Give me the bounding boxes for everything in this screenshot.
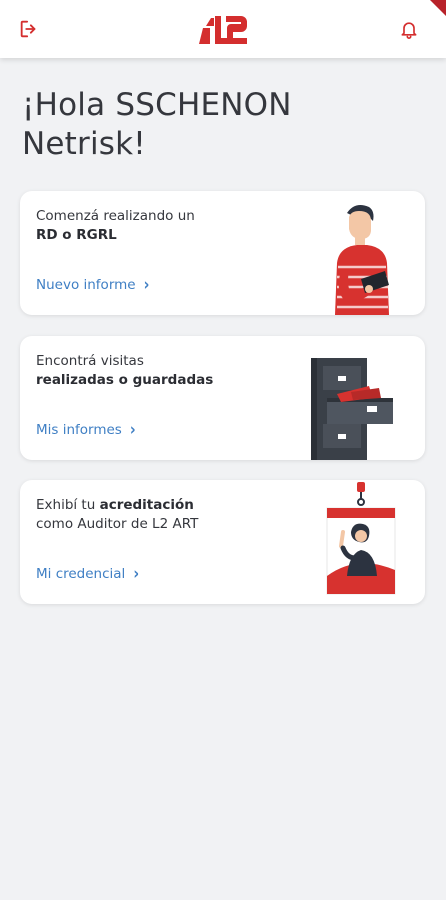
file-cabinet-illustration [311,358,393,460]
link-label: Mi credencial [36,566,126,582]
chevron-right-icon: › [143,275,150,295]
my-reports-card[interactable]: Encontrá visitas realizadas o guardadas … [20,336,425,460]
bell-icon [401,22,417,39]
person-with-tablet-illustration [335,205,389,315]
chevron-right-icon: › [133,564,140,584]
my-credential-card[interactable]: Exhibí tu acreditación como Auditor de L… [20,480,425,604]
greeting-title: ¡Hola SSCHENON Netrisk! [22,87,292,162]
my-reports-link[interactable]: Mis informes › [36,420,136,440]
notifications-button[interactable] [397,17,421,41]
new-report-card[interactable]: Comenzá realizando un RD o RGRL Nuevo in… [20,191,425,315]
l2-logo [199,16,247,44]
id-badge-illustration [326,482,396,595]
card-description: Comenzá realizando un RD o RGRL [36,208,195,243]
link-label: Nuevo informe [36,277,136,293]
corner-ribbon [430,0,446,16]
card-description: Exhibí tu acreditación como Auditor de L… [36,497,199,532]
card-description: Encontrá visitas realizadas o guardadas [36,353,214,388]
logout-icon [20,20,36,38]
logout-button[interactable] [17,17,41,41]
my-credential-link[interactable]: Mi credencial › [36,564,140,584]
link-label: Mis informes [36,422,122,438]
top-app-bar [0,0,446,58]
new-report-link[interactable]: Nuevo informe › [36,275,150,295]
chevron-right-icon: › [129,420,136,440]
